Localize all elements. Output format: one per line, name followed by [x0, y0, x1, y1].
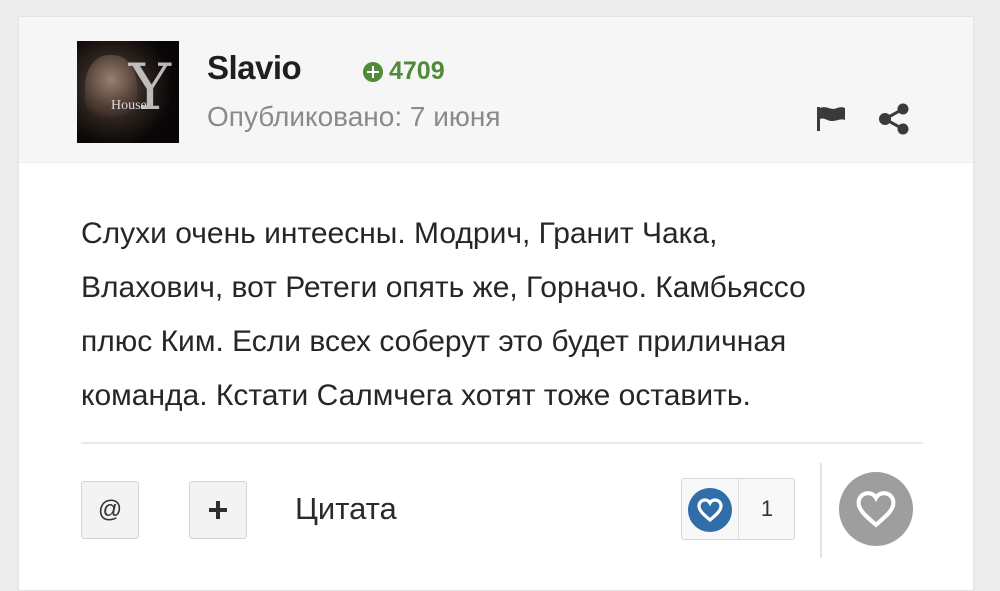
heart-icon — [856, 491, 896, 528]
divider — [81, 442, 923, 444]
reactions-summary[interactable]: 1 — [681, 478, 795, 540]
reaction-count: 1 — [760, 496, 774, 521]
post-card: Y House Slavio 4709 Опубликовано: 7 июня… — [18, 16, 974, 591]
avatar-caption: House — [111, 98, 147, 113]
avatar[interactable]: Y House — [77, 41, 179, 143]
flag-icon[interactable] — [815, 105, 847, 133]
multiquote-button[interactable] — [189, 481, 247, 539]
heart-icon — [697, 498, 723, 522]
reputation-badge: 4709 — [363, 57, 445, 86]
share-icon[interactable] — [877, 103, 911, 135]
post-header: Y House Slavio 4709 Опубликовано: 7 июня — [19, 17, 973, 163]
reaction-badge — [688, 488, 732, 532]
post-body: Слухи очень интеесны. Модрич, Гранит Чак… — [81, 207, 911, 423]
quote-button[interactable]: Цитата — [295, 491, 397, 527]
mention-button[interactable]: @ — [81, 481, 139, 539]
like-button[interactable] — [839, 472, 913, 546]
post-body-line: Влахович, вот Ретеги опять же, Горначо. … — [81, 271, 806, 304]
reputation-value: 4709 — [389, 57, 445, 85]
post-body-line: команда. Кстати Салмчега хотят тоже оста… — [81, 379, 751, 412]
plus-circle-icon — [363, 61, 383, 82]
author-username[interactable]: Slavio — [207, 49, 302, 87]
published-date: Опубликовано: 7 июня — [207, 101, 501, 132]
plus-icon — [209, 501, 227, 519]
post-body-line: Слухи очень интеесны. Модрич, Гранит Чак… — [81, 217, 718, 250]
post-body-line: плюс Ким. Если всех соберут это будет пр… — [81, 325, 787, 358]
vertical-divider — [820, 463, 822, 558]
